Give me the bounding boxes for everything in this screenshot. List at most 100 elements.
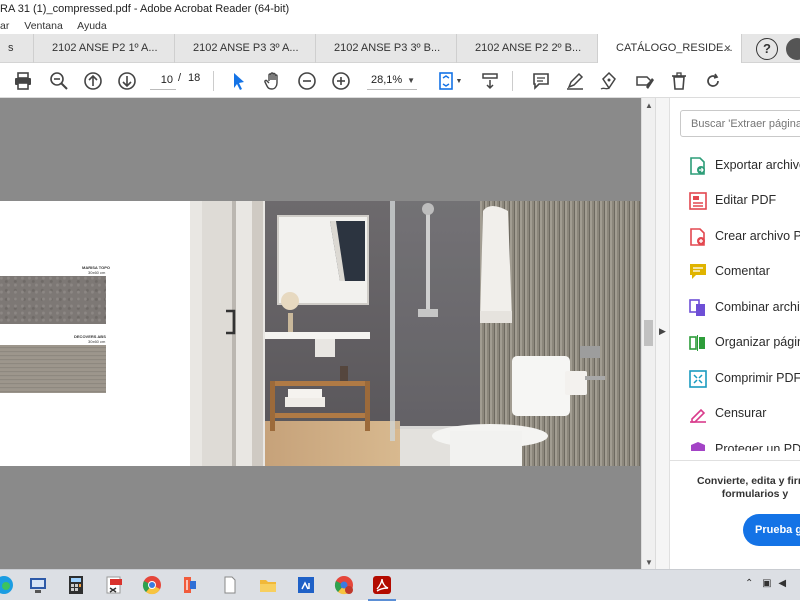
tool-label: Editar PDF [715, 193, 777, 207]
previous-page-button[interactable] [82, 70, 104, 92]
tools-pane: Exportar archivo Editar PDF Crear archiv… [669, 98, 800, 569]
magnifier-minus-icon [50, 72, 68, 90]
fit-page-dropdown[interactable]: ▼ [454, 70, 464, 92]
tool-combine-files[interactable]: Combinar archivos [688, 297, 800, 321]
volume-icon[interactable]: ◀ [778, 578, 786, 589]
tool-label: Crear archivo PDF [715, 229, 800, 243]
chevron-right-icon: ▶ [659, 326, 666, 336]
network-app-icon[interactable] [28, 575, 48, 595]
tool-label: Censurar [715, 406, 767, 420]
combine-files-icon [689, 299, 705, 316]
page-number-input[interactable]: 10 [150, 71, 176, 90]
rotate-button[interactable] [702, 70, 724, 92]
tools-pane-toggle[interactable]: ▶ [655, 98, 669, 569]
chrome-profile-icon[interactable] [334, 575, 354, 595]
tab-document-active[interactable]: CATÁLOGO_RESIDE... × [598, 34, 742, 64]
hand-tool-button[interactable] [262, 70, 284, 92]
profile-avatar[interactable] [786, 38, 800, 60]
menu-item-window[interactable]: Ventana [24, 20, 63, 32]
plus-circle-icon [332, 72, 350, 90]
tool-organize-pages[interactable]: Organizar páginas [688, 332, 800, 356]
bathroom-illustration [190, 201, 640, 466]
tab-close-button[interactable]: × [724, 34, 731, 62]
chevron-down-icon: ▼ [407, 76, 415, 85]
tool-create-pdf[interactable]: Crear archivo PDF [688, 226, 800, 250]
zoom-value: 28,1% [371, 74, 403, 86]
tab-label: CATÁLOGO_RESIDE... [616, 42, 733, 54]
document-tabs: s 2102 ANSE P2 1º A... 2102 ANSE P3 3º A… [0, 34, 800, 64]
tab-document[interactable]: 2102 ANSE P3 3º A... [175, 34, 316, 63]
pane-divider [670, 460, 800, 461]
tools-search-input[interactable] [680, 110, 800, 137]
toolbar-divider [512, 71, 513, 91]
document-file-icon[interactable] [220, 575, 240, 595]
stone-tile-swatch [0, 276, 106, 324]
help-button[interactable]: ? [756, 38, 778, 60]
delete-button[interactable] [668, 70, 690, 92]
edit-tag-icon [636, 76, 654, 89]
scroll-down-arrow-icon[interactable]: ▼ [645, 558, 653, 567]
rotate-icon [707, 73, 719, 87]
tab-document[interactable]: 2102 ANSE P2 2º B... [457, 34, 598, 63]
sign-button[interactable] [598, 70, 620, 92]
fill-sign-button[interactable] [634, 70, 656, 92]
tool-label: Comprimir PDF [715, 371, 800, 385]
pdf-tool-icon[interactable] [104, 575, 124, 595]
zoom-out-button[interactable] [296, 70, 318, 92]
comment-button[interactable] [530, 70, 552, 92]
file-explorer-icon[interactable] [258, 575, 278, 595]
network-icon[interactable]: ▣ [762, 578, 771, 589]
edit-pdf-icon [689, 192, 707, 210]
tab-document[interactable]: 2102 ANSE P2 1º A... [34, 34, 175, 63]
pen-icon [567, 72, 584, 90]
next-page-button[interactable] [116, 70, 138, 92]
tool-redact[interactable]: Censurar [688, 403, 800, 427]
tool-comment[interactable]: Comentar [688, 261, 800, 285]
compress-pdf-icon [689, 370, 707, 388]
calculator-icon[interactable] [66, 575, 86, 595]
app-icon[interactable] [180, 575, 200, 595]
promo-text: Convierte, edita y firma formularios y [696, 475, 800, 500]
zoom-in-button[interactable] [330, 70, 352, 92]
comment-icon [690, 264, 706, 279]
highlight-button[interactable] [564, 70, 586, 92]
material-samples-panel: MARISA TOPO 30x60 cm DECOVERS ABS 30x60 … [0, 201, 190, 466]
print-button[interactable] [12, 70, 34, 92]
document-viewport[interactable]: MARISA TOPO 30x60 cm DECOVERS ABS 30x60 … [0, 98, 655, 569]
edge-browser-icon[interactable] [0, 575, 14, 595]
zoom-out-search-button[interactable] [48, 70, 70, 92]
tool-label: Exportar archivo [715, 158, 800, 172]
menu-bar: ar Ventana Ayuda [0, 18, 800, 34]
trash-icon [672, 72, 686, 90]
scroll-mode-button[interactable] [479, 70, 501, 92]
select-tool-button[interactable] [228, 70, 250, 92]
tray-chevron-icon[interactable]: ⌃ [745, 578, 753, 589]
tool-export-pdf[interactable]: Exportar archivo [688, 155, 800, 179]
pdf-page: MARISA TOPO 30x60 cm DECOVERS ABS 30x60 … [0, 201, 640, 466]
calendar-app-icon[interactable] [296, 575, 316, 595]
tab-label: 2102 ANSE P2 2º B... [475, 42, 582, 54]
scroll-up-arrow-icon[interactable]: ▲ [645, 101, 653, 110]
zoom-level-select[interactable]: 28,1% ▼ [367, 71, 417, 90]
arrow-down-circle-icon [118, 72, 136, 90]
scrollbar-thumb[interactable] [644, 320, 653, 346]
comment-icon [533, 73, 549, 90]
tab-label: 2102 ANSE P2 1º A... [52, 42, 158, 54]
tool-protect[interactable]: Proteger un PDF [688, 439, 800, 451]
chrome-icon[interactable] [142, 575, 162, 595]
fountain-pen-icon [600, 71, 616, 90]
menu-item-help[interactable]: Ayuda [77, 20, 107, 32]
tool-compress-pdf[interactable]: Comprimir PDF [688, 368, 800, 392]
vertical-scrollbar[interactable]: ▲ ▼ [641, 98, 655, 569]
cursor-arrow-icon [234, 73, 244, 90]
export-pdf-icon [690, 157, 705, 175]
menu-item-edit[interactable]: ar [0, 20, 9, 32]
print-icon [15, 72, 31, 90]
main-toolbar: 10 / 18 28,1% ▼ ▼ [0, 63, 800, 98]
page-total: 18 [188, 72, 201, 84]
free-trial-button[interactable]: Prueba gratis [743, 514, 800, 546]
tab-home[interactable]: s [0, 34, 34, 63]
acrobat-reader-icon[interactable] [368, 575, 396, 601]
tab-document[interactable]: 2102 ANSE P3 3º B... [316, 34, 457, 63]
tool-edit-pdf[interactable]: Editar PDF [688, 190, 800, 214]
